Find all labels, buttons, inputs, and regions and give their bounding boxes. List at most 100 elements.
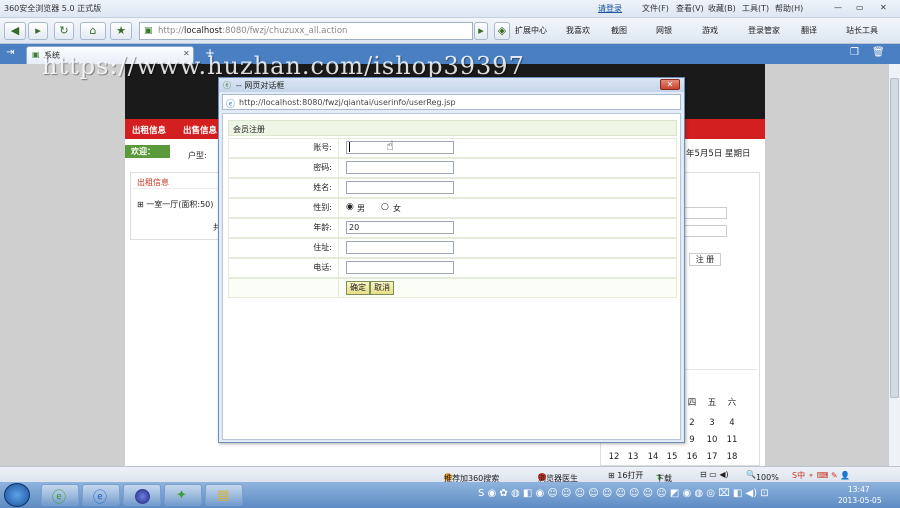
welcome-badge: 欢迎： [125,145,170,158]
ie-icon: ⓔ [93,490,107,506]
sidebar-toggle-icon[interactable]: ⇥ [6,47,14,58]
calendar-day[interactable]: 10 [704,435,720,445]
menu-help[interactable]: 帮助(H) [775,3,803,14]
phone-input[interactable] [346,261,454,274]
taskbar-app-globe[interactable] [123,484,161,506]
toolbar-login-manager[interactable]: 登录管家 [748,25,780,36]
name-input[interactable] [346,181,454,194]
toolbar-translate[interactable]: 翻译 [801,25,817,36]
calendar-day[interactable]: 15 [664,452,680,462]
age-input[interactable]: 20 [346,221,454,234]
phone-label: 电话: [229,259,339,277]
page-icon: ▣ [144,26,153,36]
form-row-age: 年龄: 20 [228,218,677,238]
go-button[interactable]: ▸ [474,22,488,40]
tray-icons[interactable]: S ◉ ✿ ◍ ◧ ◉ ☺ ☺ ☺ ☺ ☺ ☺ ☺ ☺ ☺ ◩ ◉ ◍ ◎ ⌧ … [478,488,769,499]
toolbar-screenshot[interactable]: 截图 [611,25,627,36]
calendar-day[interactable]: 2 [684,418,700,428]
confirm-button[interactable]: 确定 [346,281,370,295]
scrollbar-thumb[interactable] [890,78,899,398]
zoom-level[interactable]: 🔍 100% [746,470,779,482]
rent-box-extra: 共 [213,223,221,232]
start-button[interactable] [4,483,30,507]
buttons-spacer [229,279,339,297]
home-button[interactable]: ⌂ [80,22,106,40]
calendar-weekday: 五 [707,398,717,408]
calendar-day[interactable]: 11 [724,435,740,445]
address-label: 住址: [229,239,339,257]
dialog-close-button[interactable]: ✕ [660,79,680,90]
taskbar-explorer[interactable]: ▤ [205,484,243,506]
text-cursor [349,142,350,152]
globe-icon [135,489,150,504]
account-input[interactable] [346,141,454,154]
nav-sale[interactable]: 出售信息 [183,124,217,136]
dialog-body: 会员注册 账号: ☝ 密码: 姓名: 性别: ◉ 男 ○ 女 年龄: 20 住址 [222,113,681,440]
toolbar-like[interactable]: 我喜欢 [566,25,590,36]
calendar-weekday: 四 [687,398,697,408]
login-link[interactable]: 请登录 [598,3,622,14]
menu-file[interactable]: 文件(F) [642,3,669,14]
windows-taskbar: ⓔ ⓔ ✦ ▤ S ◉ ✿ ◍ ◧ ◉ ☺ ☺ ☺ ☺ ☺ ☺ ☺ ☺ ☺ ◩ … [0,482,900,508]
clock-time: 13:47 [848,485,870,494]
toolbar-games[interactable]: 游戏 [702,25,718,36]
register-button[interactable]: 注 册 [689,253,721,266]
nav-rent[interactable]: 出租信息 [132,124,166,136]
form-row-address: 住址: [228,238,677,258]
page-scrollbar[interactable] [888,64,900,466]
toolbar-bank[interactable]: 网银 [656,25,672,36]
gender-female-radio[interactable]: ○ [381,202,389,212]
calendar-day[interactable]: 18 [724,452,740,462]
calendar-day[interactable]: 12 [606,452,622,462]
calendar-day[interactable]: 14 [645,452,661,462]
gender-male-label: 男 [357,204,365,213]
close-window-button[interactable]: ✕ [880,3,887,12]
refresh-button[interactable]: ↻ [54,22,74,40]
toolbar-webmaster[interactable]: 站长工具 [846,25,878,36]
calendar-day[interactable]: 9 [684,435,700,445]
back-arrow-icon: ◀ [10,24,20,37]
rent-list-item[interactable]: ⊞ 一室一厅(面积:50) [131,189,219,210]
form-row-phone: 电话: [228,258,677,278]
browser-statusbar: 推荐加360搜索 浏览器医生 ⊞ 16打开 ⬇ 下载 ⊟ ▭ ◀) 🔍 100%… [0,466,900,483]
menu-tools[interactable]: 工具(T) [742,3,769,14]
window-title: 360安全浏览器 5.0 正式版 [4,4,102,13]
calendar-day[interactable]: 17 [704,452,720,462]
gender-label: 性别: [229,199,339,217]
status-icons: ⊟ ▭ ◀) [700,470,729,479]
taskbar-app-tool[interactable]: ✦ [164,484,202,506]
input-method-indicator[interactable]: S中 ⚬ ⌨ ✎ 👤 [792,470,850,481]
name-label: 姓名: [229,179,339,197]
status-open-icon[interactable]: ⊞ 16打开 [608,470,643,481]
password-input[interactable] [346,161,454,174]
taskbar-360-browser[interactable]: ⓔ [41,484,79,506]
shield-button[interactable]: ◈ [494,22,510,40]
minimize-button[interactable]: — [834,3,842,12]
rent-info-box: 出租信息 ⊞ 一室一厅(面积:50) 共 [130,172,221,240]
tool-icon: ✦ [176,488,187,503]
menu-view[interactable]: 查看(V) [676,3,704,14]
gender-male-radio[interactable]: ◉ [346,202,354,212]
maximize-button[interactable]: ▭ [856,3,864,12]
address-bar[interactable]: ▣ http://localhost:8080/fwzj/chuzuxx_all… [139,22,473,40]
dialog-url-bar: ⓔ http://localhost:8080/fwzj/qiantai/use… [222,94,681,110]
web-dialog: ⓔ -- 网页对话框 ✕ ⓔ http://localhost:8080/fwz… [218,77,685,443]
taskbar-ie[interactable]: ⓔ [82,484,120,506]
trash-icon[interactable]: 🗑 [872,47,885,58]
calendar-day[interactable]: 4 [724,418,740,428]
calendar-day[interactable]: 13 [625,452,641,462]
address-input[interactable] [346,241,454,254]
dialog-url-icon: ⓔ [226,100,236,110]
star-icon: ★ [116,24,126,37]
forward-button[interactable]: ▸ [28,22,48,40]
favorite-star-button[interactable]: ★ [110,22,132,40]
form-header: 会员注册 [228,120,677,136]
restore-tabs-icon[interactable]: ❐ [850,47,859,58]
toolbar-extensions[interactable]: 扩展中心 [515,25,547,36]
rent-box-title: 出租信息 [131,173,219,189]
calendar-day[interactable]: 3 [704,418,720,428]
cancel-button[interactable]: 取消 [370,281,394,295]
menu-favorites[interactable]: 收藏(B) [708,3,736,14]
calendar-day[interactable]: 16 [684,452,700,462]
back-button[interactable]: ◀ [4,22,26,40]
